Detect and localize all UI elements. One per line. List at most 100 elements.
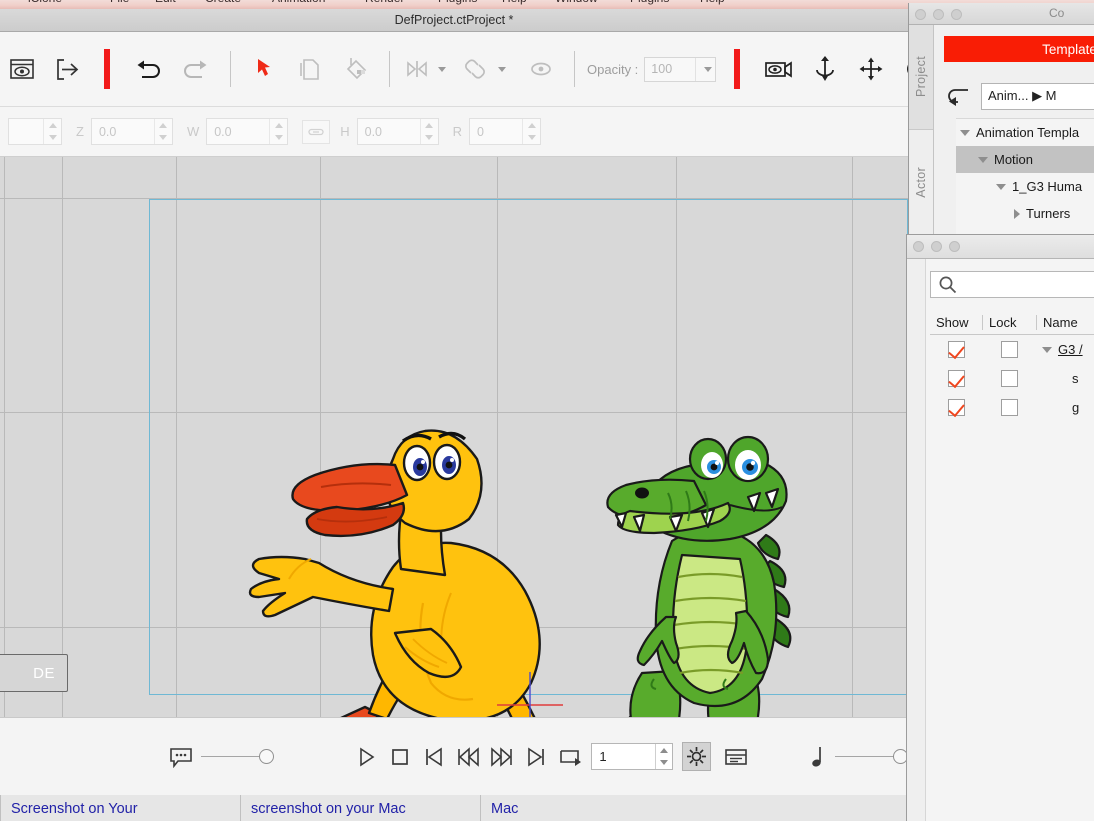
- undo-button[interactable]: [124, 43, 172, 95]
- row-name-link[interactable]: G3 /: [1058, 342, 1083, 357]
- playback-settings-button[interactable]: [682, 742, 711, 771]
- duplicate-button[interactable]: [287, 43, 331, 95]
- loop-button[interactable]: [553, 731, 587, 783]
- content-manager-title-bar[interactable]: Co: [909, 3, 1094, 25]
- export-button[interactable]: [44, 43, 90, 95]
- r-input[interactable]: [470, 119, 523, 144]
- align-button[interactable]: [400, 43, 434, 95]
- audio-volume-slider[interactable]: [834, 749, 908, 764]
- stop-button[interactable]: [383, 731, 417, 783]
- os-menu-item-4[interactable]: Animation: [272, 0, 325, 5]
- expander-icon[interactable]: [1014, 208, 1020, 219]
- expander-icon[interactable]: [996, 183, 1006, 190]
- lock-cell[interactable]: [982, 399, 1036, 416]
- zoom-button[interactable]: [951, 9, 962, 20]
- browser-result-2[interactable]: Mac: [480, 795, 908, 821]
- template-breadcrumb-combo[interactable]: Anim... ▶ M: [981, 82, 1094, 110]
- table-row[interactable]: s: [930, 364, 1094, 393]
- tab-project[interactable]: Project: [909, 25, 933, 130]
- comment-button[interactable]: [167, 731, 195, 783]
- opacity-input[interactable]: [645, 57, 696, 81]
- play-button[interactable]: [349, 731, 383, 783]
- pivot-gizmo[interactable]: [497, 664, 563, 717]
- current-frame-field[interactable]: [591, 743, 674, 770]
- select-tool-button[interactable]: [241, 43, 287, 95]
- table-row[interactable]: g: [930, 393, 1094, 422]
- x-stepper[interactable]: [43, 119, 61, 144]
- os-menu-item-10[interactable]: Help: [700, 0, 725, 5]
- show-cell[interactable]: [930, 399, 982, 416]
- fast-forward-button[interactable]: [485, 731, 519, 783]
- table-row[interactable]: G3 /: [930, 335, 1094, 364]
- os-menu-item-0[interactable]: iClone: [28, 0, 62, 5]
- column-header-show[interactable]: Show: [930, 315, 982, 330]
- os-menu-item-8[interactable]: Window: [555, 0, 598, 5]
- expander-icon[interactable]: [1042, 346, 1052, 353]
- timeline-button[interactable]: [717, 731, 755, 783]
- show-checkbox[interactable]: [947, 341, 965, 358]
- w-stepper[interactable]: [269, 119, 287, 144]
- window-traffic-lights[interactable]: [915, 9, 962, 20]
- camera-preview-button[interactable]: [754, 43, 802, 95]
- z-stepper[interactable]: [153, 119, 172, 144]
- frame-stepper[interactable]: [655, 744, 672, 769]
- expander-icon[interactable]: [978, 156, 988, 163]
- column-header-lock[interactable]: Lock: [982, 315, 1036, 330]
- column-header-name[interactable]: Name: [1036, 315, 1094, 330]
- tree-node-g3-human[interactable]: 1_G3 Huma: [956, 173, 1094, 200]
- viewport-mode-button[interactable]: DE: [0, 654, 68, 692]
- lock-checkbox[interactable]: [1000, 370, 1018, 387]
- os-menu-item-7[interactable]: Help: [502, 0, 527, 5]
- next-frame-button[interactable]: [519, 731, 553, 783]
- rewind-button[interactable]: [451, 731, 485, 783]
- move-button[interactable]: [848, 43, 894, 95]
- os-menu-item-3[interactable]: Create: [205, 0, 241, 5]
- browser-result-line1[interactable]: Mac: [491, 800, 900, 819]
- tab-actor[interactable]: Actor: [909, 130, 933, 235]
- os-menu-item-6[interactable]: Plugins: [438, 0, 477, 5]
- lock-cell[interactable]: [982, 370, 1036, 387]
- opacity-dropdown-button[interactable]: [695, 57, 715, 81]
- os-menu-item-5[interactable]: Render: [365, 0, 404, 5]
- name-cell[interactable]: g: [1036, 400, 1094, 415]
- redo-button[interactable]: [172, 43, 220, 95]
- show-checkbox[interactable]: [947, 399, 965, 416]
- lock-checkbox[interactable]: [1000, 399, 1018, 416]
- os-menu-item-9[interactable]: Plugins: [630, 0, 669, 5]
- pivot-button[interactable]: [802, 43, 848, 95]
- scene-manager-traffic-lights[interactable]: [913, 241, 960, 252]
- h-spinner[interactable]: [356, 118, 439, 145]
- tree-node-animation-template[interactable]: Animation Templa: [956, 119, 1094, 146]
- w-input[interactable]: [207, 119, 270, 144]
- z-input[interactable]: [91, 119, 154, 144]
- show-checkbox[interactable]: [947, 370, 965, 387]
- back-arrow-icon[interactable]: [944, 85, 972, 107]
- os-menu-item-1[interactable]: File: [110, 0, 129, 5]
- zoom-button[interactable]: [949, 241, 960, 252]
- link-dropdown-caret[interactable]: [498, 66, 506, 72]
- tree-node-motion[interactable]: Motion: [956, 146, 1094, 173]
- lock-cell[interactable]: [982, 341, 1036, 358]
- current-frame-input[interactable]: [592, 744, 656, 769]
- h-stepper[interactable]: [419, 119, 438, 144]
- crocodile-character[interactable]: [598, 435, 813, 717]
- w-spinner[interactable]: [206, 118, 289, 145]
- audio-button[interactable]: [805, 731, 829, 783]
- slider-knob[interactable]: [258, 749, 274, 764]
- name-cell[interactable]: G3 /: [1036, 342, 1094, 357]
- name-cell[interactable]: s: [1036, 371, 1094, 386]
- r-spinner[interactable]: [469, 118, 542, 145]
- browser-result-0[interactable]: Screenshot on Your Mac | Mac Basics: [0, 795, 240, 821]
- align-dropdown-caret[interactable]: [438, 66, 446, 72]
- browser-result-line1[interactable]: screenshot on your Mac: [251, 800, 472, 819]
- minimize-button[interactable]: [933, 9, 944, 20]
- close-button[interactable]: [915, 9, 926, 20]
- x-input[interactable]: [9, 119, 43, 144]
- opacity-field[interactable]: [644, 56, 717, 82]
- scene-viewport[interactable]: DE: [0, 157, 908, 717]
- aspect-lock-button[interactable]: [302, 119, 331, 144]
- minimize-button[interactable]: [931, 241, 942, 252]
- prev-frame-button[interactable]: [417, 731, 451, 783]
- link-button[interactable]: [456, 43, 494, 95]
- r-stepper[interactable]: [522, 119, 540, 144]
